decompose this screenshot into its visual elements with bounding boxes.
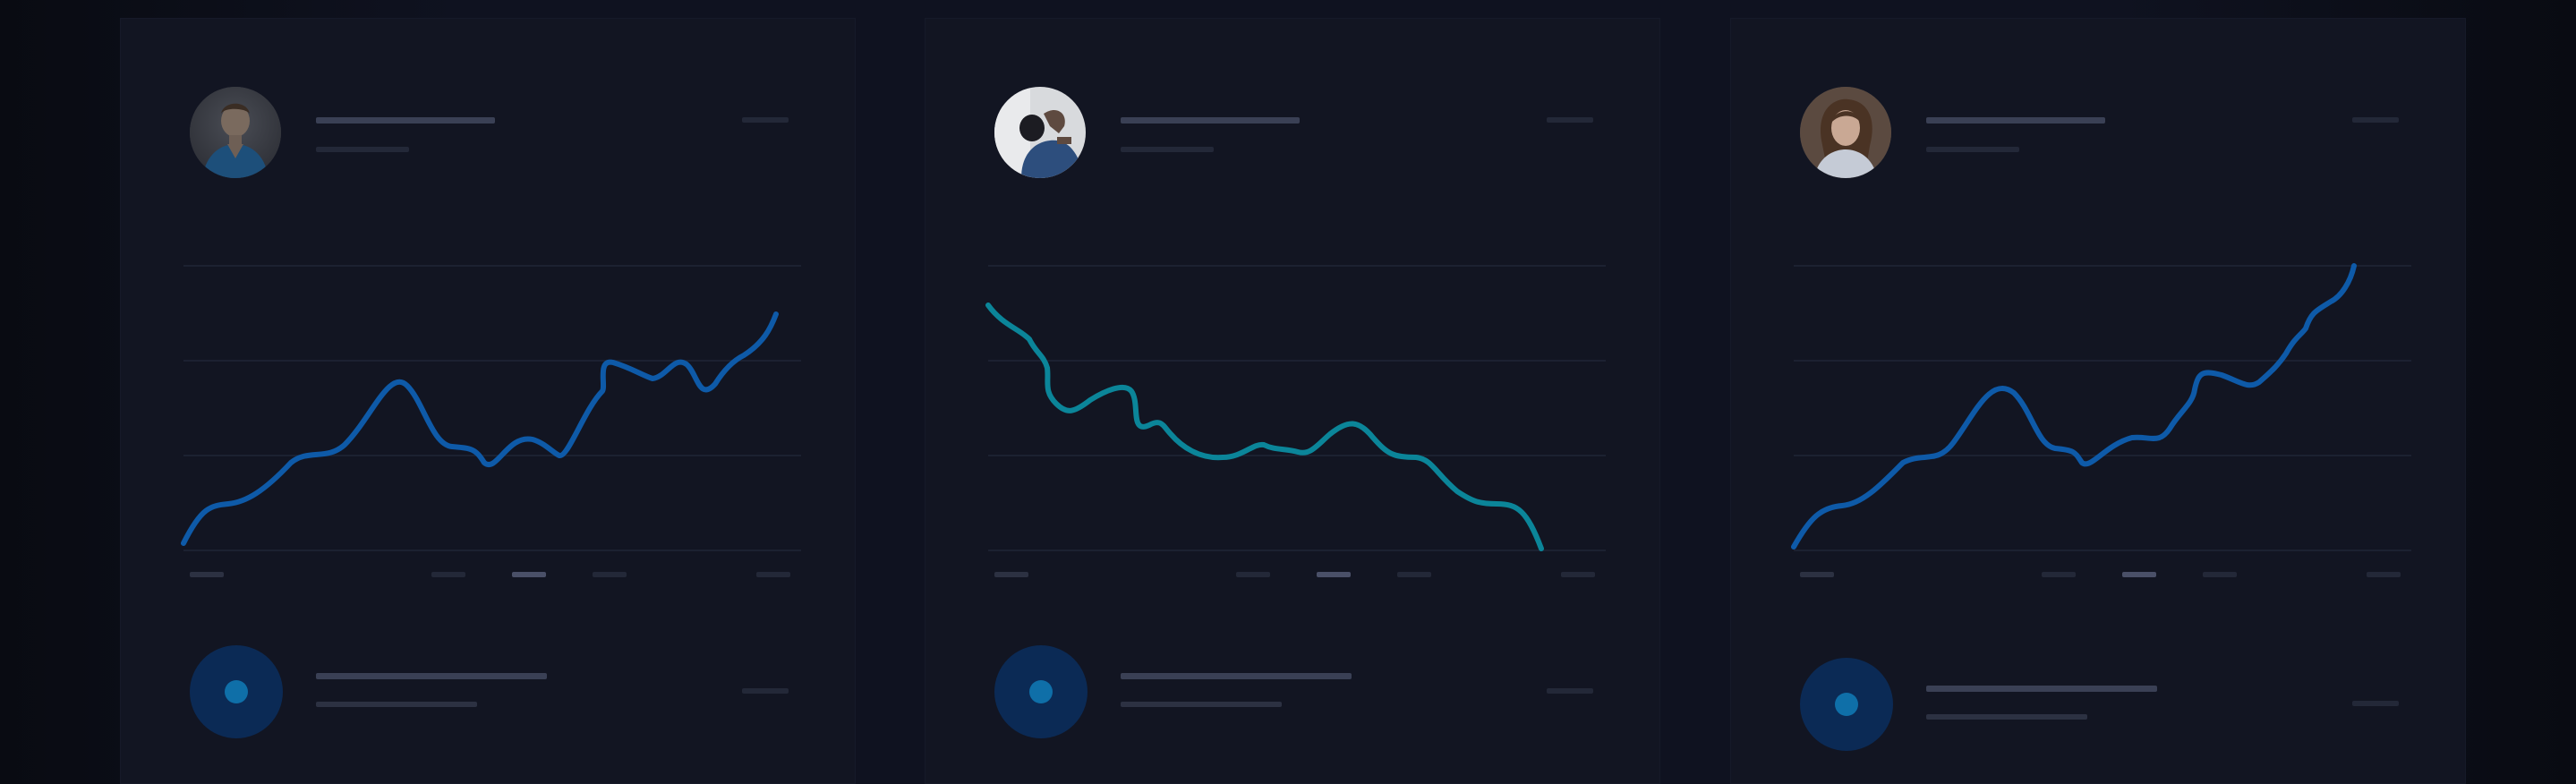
- status-dot-icon: [994, 645, 1088, 738]
- x-tick-placeholder: [190, 572, 224, 577]
- status-dot-center: [225, 680, 248, 703]
- x-tick-placeholder: [994, 572, 1028, 577]
- status-dot-center: [1835, 693, 1858, 716]
- x-tick-placeholder-active: [2122, 572, 2156, 577]
- x-tick-placeholder: [1561, 572, 1595, 577]
- name-placeholder: [1926, 117, 2105, 124]
- profile-card-1[interactable]: [120, 18, 856, 784]
- meta-placeholder: [1547, 117, 1593, 123]
- x-tick-placeholder: [431, 572, 465, 577]
- detail-meta-placeholder: [2352, 701, 2399, 706]
- avatar-card-1: [190, 87, 281, 178]
- x-tick-placeholder: [1397, 572, 1431, 577]
- x-tick-placeholder: [2203, 572, 2237, 577]
- x-tick-placeholder: [756, 572, 790, 577]
- detail-title-placeholder: [1926, 686, 2157, 692]
- subtitle-placeholder: [1121, 147, 1214, 152]
- x-tick-placeholder: [2367, 572, 2401, 577]
- detail-meta-placeholder: [1547, 688, 1593, 694]
- profile-card-3[interactable]: [1730, 18, 2466, 784]
- trend-line: [181, 311, 779, 546]
- subtitle-placeholder: [316, 147, 409, 152]
- x-tick-placeholder-active: [512, 572, 546, 577]
- profile-card-2[interactable]: [925, 18, 1660, 784]
- x-tick-placeholder-active: [1317, 572, 1351, 577]
- avatar-card-3: [1800, 87, 1891, 178]
- trend-line: [1791, 263, 2357, 550]
- detail-subtitle-placeholder: [316, 702, 477, 707]
- status-dot-center: [1029, 680, 1053, 703]
- trend-chart-card-1: [181, 265, 801, 551]
- name-placeholder: [1121, 117, 1300, 124]
- trend-chart-card-2: [985, 265, 1606, 551]
- trend-line: [985, 303, 1544, 551]
- dashboard-stage: [0, 0, 2576, 784]
- x-tick-placeholder: [1236, 572, 1270, 577]
- detail-title-placeholder: [316, 673, 547, 679]
- x-tick-placeholder: [2042, 572, 2076, 577]
- detail-meta-placeholder: [742, 688, 789, 694]
- x-tick-placeholder: [593, 572, 627, 577]
- meta-placeholder: [2352, 117, 2399, 123]
- subtitle-placeholder: [1926, 147, 2019, 152]
- status-dot-icon: [190, 645, 283, 738]
- detail-title-placeholder: [1121, 673, 1352, 679]
- status-dot-icon: [1800, 658, 1893, 751]
- detail-subtitle-placeholder: [1121, 702, 1282, 707]
- trend-chart-card-3: [1791, 263, 2411, 551]
- avatar-card-2: [994, 87, 1086, 178]
- name-placeholder: [316, 117, 495, 124]
- detail-subtitle-placeholder: [1926, 714, 2087, 720]
- x-tick-placeholder: [1800, 572, 1834, 577]
- meta-placeholder: [742, 117, 789, 123]
